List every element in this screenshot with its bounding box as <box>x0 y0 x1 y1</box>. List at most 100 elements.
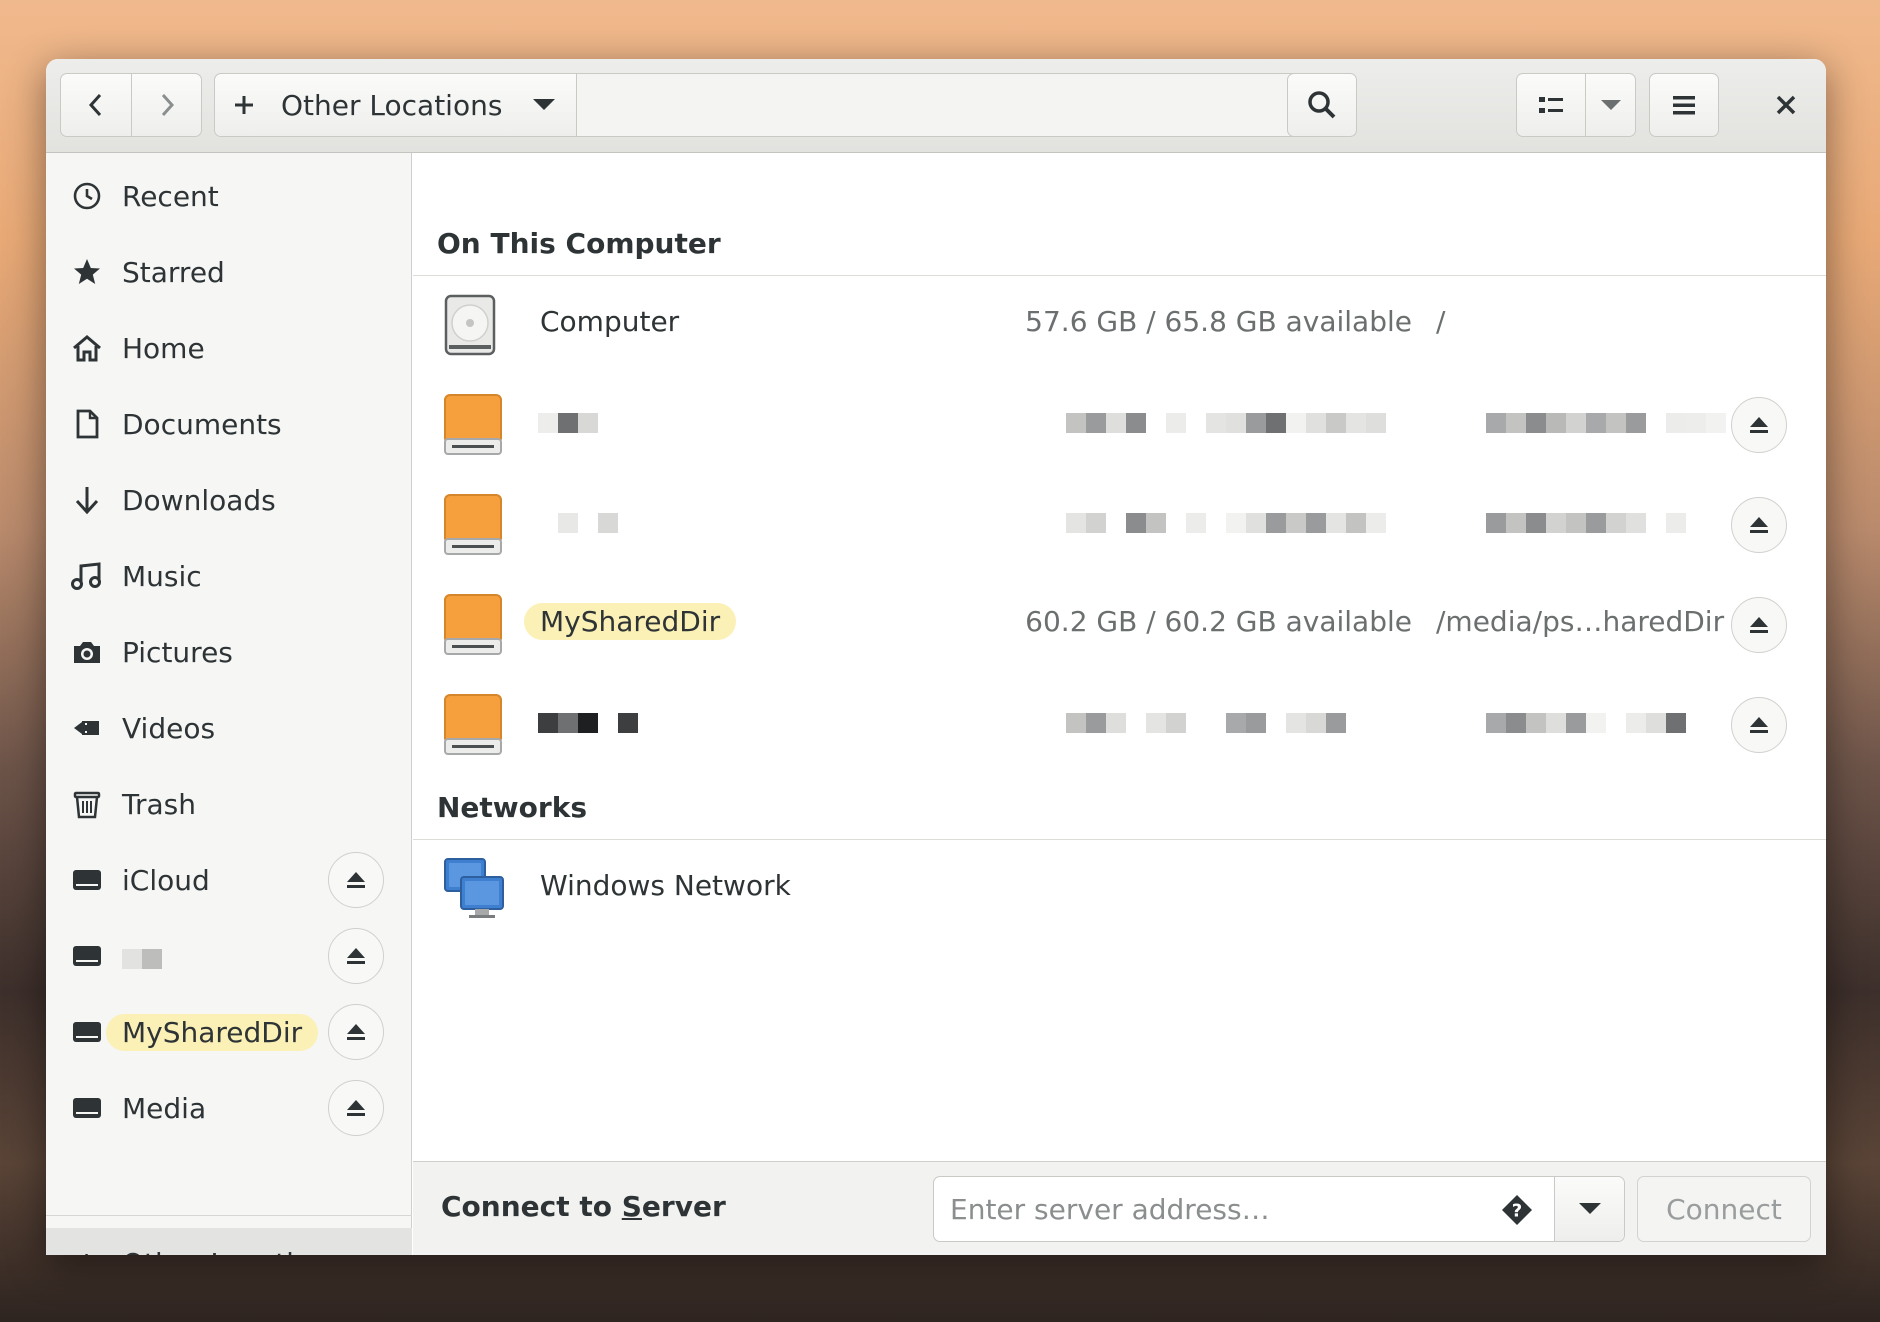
sidebar-item-trash[interactable]: Trash <box>46 769 412 839</box>
menu-button[interactable] <box>1649 73 1719 137</box>
blurred-capacity <box>1066 713 1346 733</box>
drive-icon <box>443 693 503 761</box>
connect-bar: Connect to Server ? Connect <box>413 1161 1826 1255</box>
sidebar-item-media[interactable]: Media <box>46 1073 412 1143</box>
highlighted-label: MySharedDir <box>106 1013 319 1051</box>
eject-icon <box>347 1100 365 1116</box>
sidebar-item-downloads[interactable]: Downloads <box>46 465 412 535</box>
eject-button[interactable] <box>328 928 384 984</box>
eject-icon <box>1750 617 1768 633</box>
forward-button[interactable] <box>131 74 201 136</box>
server-address-input[interactable] <box>934 1177 1554 1241</box>
sidebar-item-starred[interactable]: Starred <box>46 237 412 307</box>
location-button[interactable]: Other Locations <box>215 74 577 136</box>
chevron-down-icon <box>1600 100 1621 110</box>
blurred-path <box>1486 513 1686 533</box>
highlighted-label: MySharedDir <box>524 603 737 640</box>
blurred-label <box>122 943 162 976</box>
connect-button[interactable]: Connect <box>1637 1176 1811 1242</box>
document-icon <box>70 407 104 441</box>
eject-button[interactable] <box>1731 597 1787 653</box>
music-icon <box>70 559 104 593</box>
mount-path: / <box>1436 305 1446 338</box>
home-icon <box>70 331 104 365</box>
drive-icon <box>443 493 503 561</box>
sidebar-item-recent[interactable]: Recent <box>46 161 412 231</box>
location-row-windows-network[interactable]: Windows Network <box>413 839 1826 939</box>
location-row-mysharedir[interactable]: MySharedDir 60.2 GB / 60.2 GB available … <box>413 575 1826 675</box>
eject-button[interactable] <box>1731 397 1787 453</box>
eject-icon <box>347 948 365 964</box>
plus-icon: + <box>74 1246 99 1256</box>
location-row-blurred[interactable] <box>413 675 1826 775</box>
sidebar-item-music[interactable]: Music <box>46 541 412 611</box>
sidebar-item-mount-blurred[interactable] <box>46 921 412 991</box>
chevron-down-icon <box>1578 1203 1601 1214</box>
path-bar: Other Locations <box>214 73 1320 137</box>
star-icon <box>70 255 104 289</box>
sidebar-item-mysharedir[interactable]: MySharedDir <box>46 997 412 1067</box>
trash-icon <box>70 787 104 821</box>
section-on-this-computer: On This Computer <box>437 227 721 260</box>
file-manager-window: Other Locations Recent Starred Home Docu… <box>46 59 1826 1255</box>
capacity-text: 60.2 GB / 60.2 GB available <box>1025 605 1412 638</box>
drive-icon <box>443 393 503 461</box>
sidebar-item-documents[interactable]: Documents <box>46 389 412 459</box>
server-address-combo: ? <box>933 1176 1625 1242</box>
sidebar: Recent Starred Home Documents Downloads … <box>46 153 412 1255</box>
eject-button[interactable] <box>328 1004 384 1060</box>
connect-to-server-label: Connect to Server <box>441 1190 726 1223</box>
close-button[interactable] <box>1760 79 1812 131</box>
location-row-computer[interactable]: Computer 57.6 GB / 65.8 GB available / <box>413 275 1826 375</box>
menu-icon <box>1673 96 1695 115</box>
clock-icon <box>70 179 104 213</box>
sidebar-item-pictures[interactable]: Pictures <box>46 617 412 687</box>
forward-icon <box>161 93 174 117</box>
chevron-down-icon <box>533 99 556 110</box>
view-options-button[interactable] <box>1585 74 1635 136</box>
close-icon <box>1776 95 1796 115</box>
help-icon[interactable]: ? <box>1500 1193 1534 1231</box>
location-label: Other Locations <box>281 88 503 122</box>
eject-button[interactable] <box>328 852 384 908</box>
section-networks: Networks <box>437 791 588 824</box>
eject-icon <box>347 1024 365 1040</box>
header-bar: Other Locations <box>46 59 1826 153</box>
sidebar-item-icloud[interactable]: iCloud <box>46 845 412 915</box>
eject-icon <box>347 872 365 888</box>
network-icon <box>443 857 505 925</box>
eject-button[interactable] <box>1731 497 1787 553</box>
search-button[interactable] <box>1287 73 1357 137</box>
plus-icon <box>235 96 253 114</box>
svg-text:?: ? <box>1512 1201 1522 1222</box>
blurred-name <box>538 513 618 533</box>
blurred-capacity <box>1066 413 1386 433</box>
back-button[interactable] <box>61 74 131 136</box>
back-icon <box>88 93 102 117</box>
video-icon <box>70 711 104 745</box>
main-content: On This Computer Computer 57.6 GB / 65.8… <box>413 153 1826 1255</box>
drive-icon <box>70 1015 104 1049</box>
list-view-icon <box>1539 97 1563 113</box>
view-controls <box>1516 73 1636 137</box>
drive-icon <box>70 1091 104 1125</box>
eject-icon <box>1750 517 1768 533</box>
drive-icon <box>70 863 104 897</box>
list-view-button[interactable] <box>1517 74 1585 136</box>
server-history-dropdown[interactable] <box>1554 1177 1624 1241</box>
blurred-path <box>1486 713 1686 733</box>
eject-icon <box>1750 717 1768 733</box>
location-row-blurred[interactable] <box>413 375 1826 475</box>
drive-icon <box>443 593 503 661</box>
blurred-name <box>538 413 598 433</box>
sidebar-separator <box>46 1215 412 1216</box>
sidebar-item-home[interactable]: Home <box>46 313 412 383</box>
hard-disk-icon <box>443 293 497 361</box>
sidebar-item-videos[interactable]: Videos <box>46 693 412 763</box>
eject-button[interactable] <box>328 1080 384 1136</box>
drive-icon <box>70 939 104 973</box>
location-row-blurred[interactable] <box>413 475 1826 575</box>
eject-button[interactable] <box>1731 697 1787 753</box>
camera-icon <box>70 635 104 669</box>
sidebar-item-other-locations[interactable]: + Other Locations <box>46 1228 412 1255</box>
